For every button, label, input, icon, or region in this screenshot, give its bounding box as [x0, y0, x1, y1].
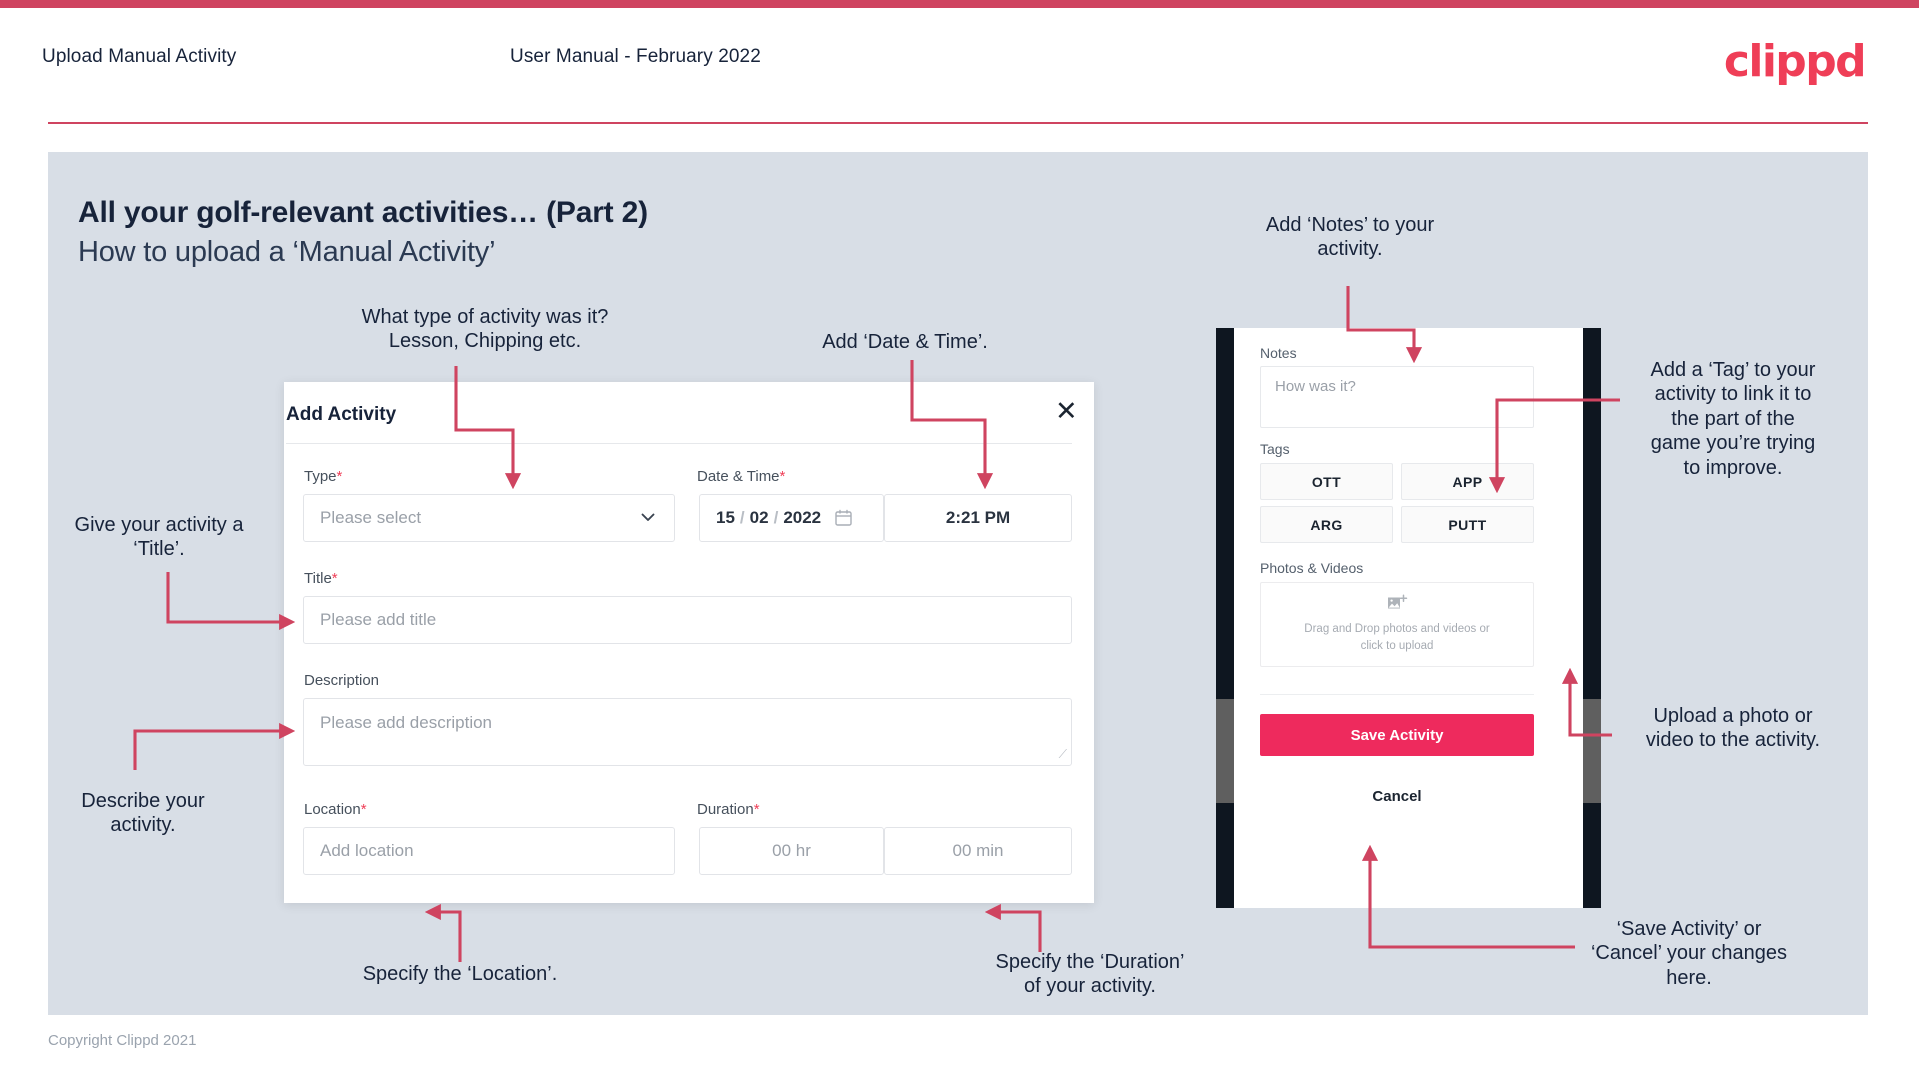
annotation-location: Specify the ‘Location’.: [362, 963, 558, 985]
type-select-value: Please select: [320, 508, 422, 527]
annotation-datetime: Add ‘Date & Time’.: [822, 331, 988, 353]
clippd-logo: clippd: [1723, 36, 1867, 87]
notes-input-placeholder: How was it?: [1275, 378, 1356, 395]
copyright-footer: Copyright Clippd 2021: [48, 1032, 197, 1049]
header-center-title: User Manual - February 2022: [510, 46, 761, 67]
required-asterisk: *: [779, 468, 786, 485]
save-activity-label: Save Activity: [1350, 726, 1444, 744]
title-label: Title*: [304, 570, 338, 587]
photo-video-dropzone[interactable]: Drag and Drop photos and videos or click…: [1260, 582, 1534, 667]
cancel-label: Cancel: [1372, 788, 1422, 805]
annotation-notes: Add ‘Notes’ to your activity.: [1265, 214, 1435, 261]
description-input-placeholder: Please add description: [320, 713, 493, 732]
dropzone-line-2: click to upload: [1360, 640, 1434, 652]
duration-minutes-placeholder: 00 min: [952, 841, 1004, 860]
dropzone-line-1: Drag and Drop photos and videos or: [1304, 622, 1490, 635]
notes-input[interactable]: How was it?: [1260, 366, 1534, 428]
phone-button-right: [1583, 699, 1601, 803]
required-asterisk: *: [360, 801, 367, 818]
dialog-title: Add Activity: [286, 404, 397, 425]
annotation-title: Give your activity a ‘Title’.: [74, 514, 244, 561]
location-input[interactable]: Add location: [303, 827, 675, 875]
cancel-button[interactable]: Cancel: [1260, 788, 1534, 805]
save-activity-button[interactable]: Save Activity: [1260, 714, 1534, 756]
header-left-title: Upload Manual Activity: [42, 46, 237, 67]
annotation-save-cancel: ‘Save Activity’ or ‘Cancel’ your changes…: [1590, 918, 1788, 989]
tag-label: OTT: [1311, 473, 1342, 490]
tag-button-ott[interactable]: OTT: [1260, 463, 1393, 500]
calendar-icon[interactable]: [835, 509, 852, 527]
date-input[interactable]: 15 / 02 / 2022: [699, 494, 884, 542]
tag-label: ARG: [1310, 516, 1343, 533]
phone-bezel-right: [1583, 328, 1601, 908]
phone-divider: [1260, 694, 1534, 695]
tags-label: Tags: [1260, 441, 1290, 457]
annotation-upload: Upload a photo or video to the activity.: [1645, 705, 1821, 752]
required-asterisk: *: [753, 801, 760, 818]
phone-mockup: Notes How was it? Tags OTT APP ARG PUTT …: [1216, 328, 1601, 908]
description-input[interactable]: Please add description ⟋: [303, 698, 1072, 766]
duration-minutes-input[interactable]: 00 min: [884, 827, 1072, 875]
tag-label: APP: [1452, 473, 1483, 490]
time-value: 2:21 PM: [945, 508, 1011, 527]
close-icon[interactable]: ✕: [1055, 398, 1078, 425]
location-input-placeholder: Add location: [320, 841, 414, 860]
photos-videos-label: Photos & Videos: [1260, 560, 1364, 576]
notes-label: Notes: [1260, 345, 1297, 361]
tag-button-app[interactable]: APP: [1401, 463, 1534, 500]
tag-button-putt[interactable]: PUTT: [1401, 506, 1534, 543]
description-label: Description: [304, 672, 380, 689]
dialog-header-divider: [286, 443, 1072, 444]
title-input[interactable]: Please add title: [303, 596, 1072, 644]
top-accent-strip: [0, 0, 1919, 8]
tag-label: PUTT: [1448, 516, 1487, 533]
required-asterisk: *: [331, 570, 338, 587]
date-sep-2: /: [773, 508, 779, 527]
phone-bezel-left: [1216, 328, 1234, 908]
phone-button-left: [1216, 699, 1234, 803]
type-select[interactable]: Please select: [303, 494, 675, 542]
datetime-label: Date & Time*: [697, 468, 786, 485]
location-label: Location*: [304, 801, 367, 818]
date-month: 02: [749, 508, 769, 527]
page-title: All your golf-relevant activities… (Part…: [78, 196, 648, 229]
date-year: 2022: [783, 508, 822, 527]
type-label: Type*: [304, 468, 343, 485]
tag-button-arg[interactable]: ARG: [1260, 506, 1393, 543]
duration-hours-input[interactable]: 00 hr: [699, 827, 884, 875]
duration-hours-placeholder: 00 hr: [772, 841, 811, 860]
time-input[interactable]: 2:21 PM: [884, 494, 1072, 542]
annotation-tag: Add a ‘Tag’ to your activity to link it …: [1650, 359, 1816, 479]
chevron-down-icon: [640, 509, 656, 525]
header-divider: [48, 122, 1868, 124]
title-input-placeholder: Please add title: [320, 610, 437, 629]
date-day: 15: [716, 508, 735, 527]
dropzone-text: Drag and Drop photos and videos or click…: [1304, 621, 1489, 656]
required-asterisk: *: [336, 468, 343, 485]
add-image-icon: [1387, 594, 1408, 613]
resize-handle-icon[interactable]: ⟋: [1059, 747, 1067, 762]
annotation-duration: Specify the ‘Duration’ of your activity.: [995, 951, 1185, 998]
date-sep-1: /: [739, 508, 745, 527]
page-subtitle: How to upload a ‘Manual Activity’: [78, 236, 496, 268]
duration-label: Duration*: [697, 801, 760, 818]
annotation-description: Describe your activity.: [81, 790, 205, 837]
phone-screen: Notes How was it? Tags OTT APP ARG PUTT …: [1234, 328, 1583, 908]
annotation-type: What type of activity was it? Lesson, Ch…: [361, 306, 609, 353]
